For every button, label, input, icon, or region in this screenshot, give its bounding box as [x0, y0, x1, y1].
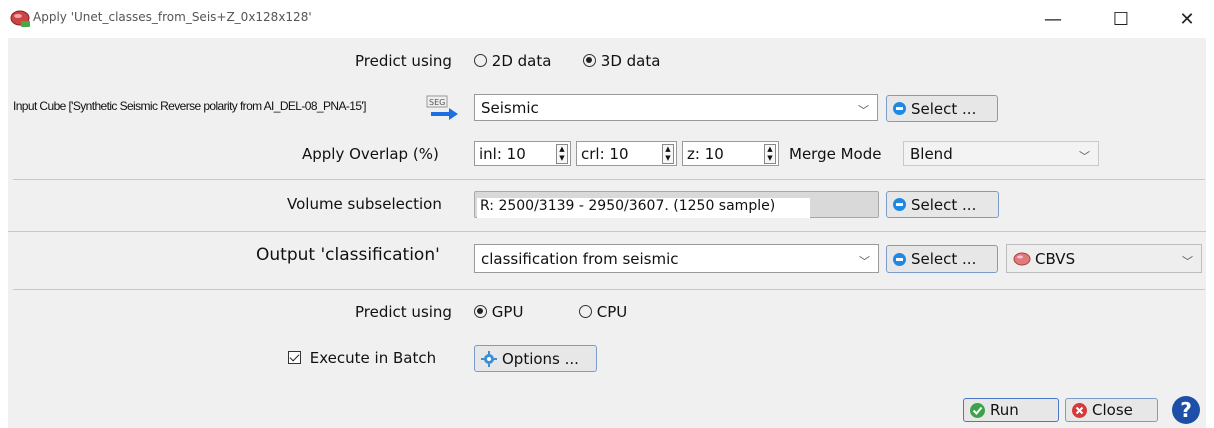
input-cube-label: Input Cube ['Synthetic Seismic Reverse p… — [13, 99, 366, 113]
volume-subselection-label: Volume subselection — [287, 195, 442, 213]
select-icon — [893, 252, 906, 266]
predict-data-label: Predict using — [355, 52, 452, 70]
crl-spinbox[interactable]: crl: 10 ▲ ▼ — [576, 141, 677, 166]
select-icon — [893, 102, 906, 115]
execute-batch-checkbox[interactable]: Execute in Batch — [288, 349, 436, 367]
output-select-button[interactable]: Select ... — [886, 245, 998, 273]
overlap-label: Apply Overlap (%) — [302, 145, 439, 163]
run-button[interactable]: Run — [963, 398, 1059, 422]
app-logo-icon — [9, 9, 31, 29]
radio-2d-data[interactable]: 2D data — [474, 52, 551, 70]
output-combobox[interactable]: classification from seismic ﹀ — [474, 244, 879, 273]
minimize-button[interactable]: — — [1030, 4, 1076, 34]
separator — [13, 289, 1205, 290]
segy-import-icon[interactable]: SEG — [425, 95, 461, 121]
z-spinbox[interactable]: z: 10 ▲ ▼ — [682, 141, 779, 166]
subselection-field: R: 2500/3139 - 2950/3607. (1250 sample) — [474, 191, 879, 218]
batch-options-button[interactable]: Options ... — [474, 345, 597, 372]
maximize-button[interactable]: ☐ — [1098, 4, 1144, 34]
radio-cpu-icon — [579, 305, 592, 318]
input-select-button[interactable]: Select ... — [886, 95, 998, 122]
close-window-button[interactable]: ✕ — [1164, 4, 1210, 34]
chevron-down-icon: ﹀ — [859, 254, 870, 268]
predict-device-label: Predict using — [355, 303, 452, 321]
cbvs-icon — [1013, 251, 1031, 267]
input-cube-combobox[interactable]: Seismic ﹀ — [474, 94, 878, 121]
output-label: Output 'classification' — [256, 245, 440, 265]
gear-icon — [481, 350, 497, 367]
radio-gpu[interactable]: GPU — [474, 303, 523, 321]
output-format-combobox[interactable]: CBVS ﹀ — [1006, 244, 1202, 273]
inl-spinbox[interactable]: inl: 10 ▲ ▼ — [474, 141, 571, 166]
radio-cpu[interactable]: CPU — [579, 303, 627, 321]
help-button[interactable]: ? — [1172, 396, 1200, 424]
spin-arrows-icon[interactable]: ▲ ▼ — [556, 144, 568, 164]
chevron-down-icon: ﹀ — [1079, 149, 1090, 163]
chevron-down-icon: ﹀ — [858, 103, 869, 117]
radio-gpu-icon — [474, 305, 487, 318]
chevron-down-icon: ﹀ — [1182, 254, 1193, 268]
checkmark-icon — [970, 402, 985, 418]
separator — [13, 179, 1205, 180]
close-button[interactable]: Close — [1065, 398, 1158, 422]
radio-3d-icon — [583, 54, 596, 67]
x-circle-icon — [1072, 402, 1087, 418]
select-icon — [893, 198, 906, 211]
svg-text:SEG: SEG — [429, 98, 445, 107]
merge-mode-combobox[interactable]: Blend ﹀ — [903, 141, 1099, 166]
merge-mode-label: Merge Mode — [789, 145, 882, 163]
separator — [8, 231, 1206, 232]
radio-2d-icon — [474, 54, 487, 67]
spin-arrows-icon[interactable]: ▲ ▼ — [764, 144, 776, 164]
subselection-select-button[interactable]: Select ... — [886, 191, 999, 218]
radio-3d-data[interactable]: 3D data — [583, 52, 660, 70]
spin-arrows-icon[interactable]: ▲ ▼ — [662, 144, 674, 164]
checkbox-checked-icon — [288, 351, 301, 364]
window-title: Apply 'Unet_classes_from_Seis+Z_0x128x12… — [33, 10, 312, 24]
title-bar: Apply 'Unet_classes_from_Seis+Z_0x128x12… — [0, 0, 1214, 38]
subselection-value: R: 2500/3139 - 2950/3607. (1250 sample) — [477, 198, 810, 218]
